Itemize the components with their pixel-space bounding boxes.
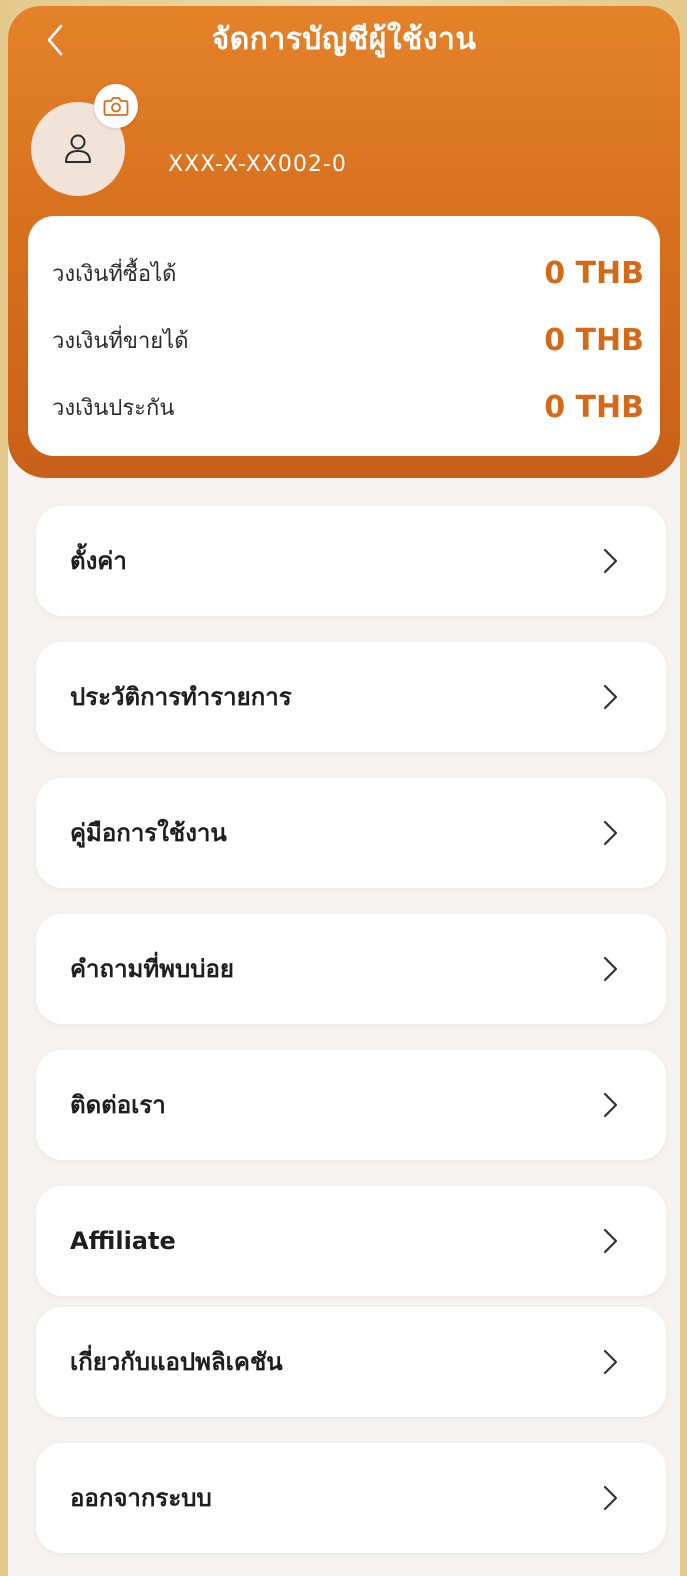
menu-item-user-guide[interactable]: คู่มือการใช้งาน	[36, 778, 666, 888]
menu-item-contact-us[interactable]: ติดต่อเรา	[36, 1050, 666, 1160]
chevron-right-icon	[603, 684, 618, 710]
buying-power-label: วงเงินที่ซื้อได้	[52, 262, 177, 287]
menu-item-settings[interactable]: ตั้งค่า	[36, 506, 666, 616]
selling-power-label: วงเงินที่ขายได้	[52, 329, 189, 354]
menu-item-label: เกี่ยวกับแอปพลิเคชัน	[70, 1348, 283, 1376]
camera-icon	[103, 97, 129, 116]
selling-power-value: 0 THB	[544, 323, 644, 358]
menu-item-faq[interactable]: คำถามที่พบบ่อย	[36, 914, 666, 1024]
account-number: XXX-X-XX002-0	[168, 152, 347, 177]
buying-power-row: วงเงินที่ซื้อได้ 0 THB	[52, 256, 644, 291]
menu-item-about-app[interactable]: เกี่ยวกับแอปพลิเคชัน	[36, 1307, 666, 1417]
menu-item-affiliate[interactable]: Affiliate	[36, 1186, 666, 1296]
menu-item-label: คำถามที่พบบ่อย	[70, 955, 234, 983]
chevron-right-icon	[603, 820, 618, 846]
chevron-right-icon	[603, 1228, 618, 1254]
menu-item-label: Affiliate	[70, 1227, 176, 1255]
change-photo-button[interactable]	[94, 84, 138, 128]
account-header: จัดการบัญชีผู้ใช้งาน XXX-X-XX002-0 วงเงิ…	[8, 6, 680, 478]
menu-item-label: คู่มือการใช้งาน	[70, 819, 227, 847]
menu-item-label: ติดต่อเรา	[70, 1091, 166, 1119]
selling-power-row: วงเงินที่ขายได้ 0 THB	[52, 323, 644, 358]
menu-item-transaction-history[interactable]: ประวัติการทำรายการ	[36, 642, 666, 752]
collateral-label: วงเงินประกัน	[52, 396, 175, 421]
menu-item-label: ประวัติการทำรายการ	[70, 683, 292, 711]
chevron-right-icon	[603, 1349, 618, 1375]
chevron-right-icon	[603, 548, 618, 574]
chevron-right-icon	[603, 956, 618, 982]
chevron-right-icon	[603, 1092, 618, 1118]
collateral-value: 0 THB	[544, 390, 644, 425]
chevron-right-icon	[603, 1485, 618, 1511]
balance-card: วงเงินที่ซื้อได้ 0 THB วงเงินที่ขายได้ 0…	[28, 216, 660, 456]
page-title: จัดการบัญชีผู้ใช้งาน	[211, 22, 477, 57]
menu-item-label: ออกจากระบบ	[70, 1484, 212, 1512]
buying-power-value: 0 THB	[544, 256, 644, 291]
collateral-row: วงเงินประกัน 0 THB	[52, 390, 644, 425]
user-icon	[65, 134, 91, 163]
menu-item-label: ตั้งค่า	[70, 547, 127, 575]
app-screen: จัดการบัญชีผู้ใช้งาน XXX-X-XX002-0 วงเงิ…	[8, 6, 680, 1576]
menu-item-logout[interactable]: ออกจากระบบ	[36, 1443, 666, 1553]
